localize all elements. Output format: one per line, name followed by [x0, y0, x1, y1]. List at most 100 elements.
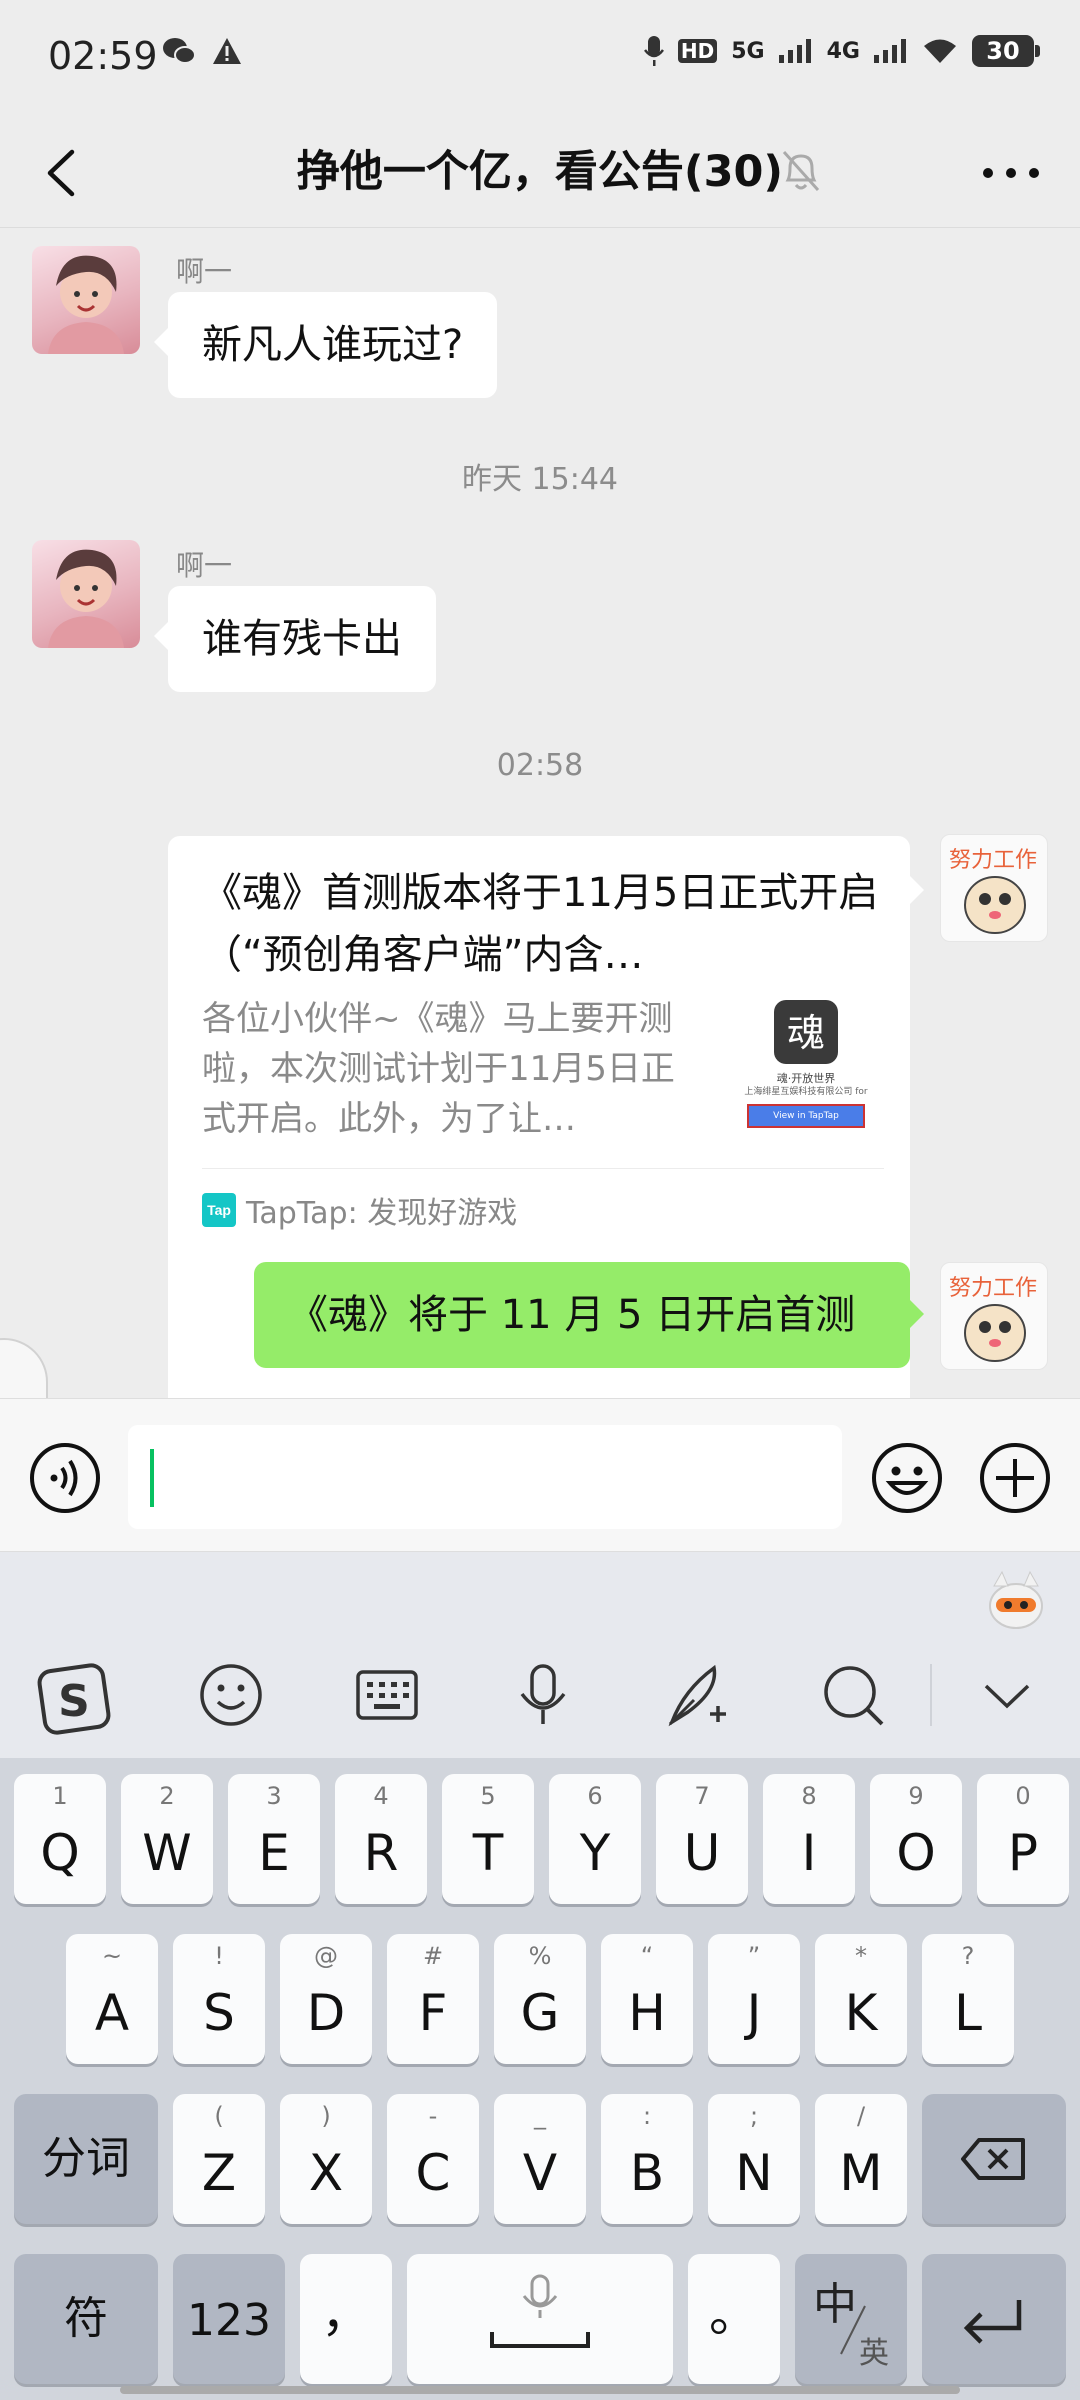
key-p[interactable]: 0P [977, 1774, 1069, 1904]
mic-icon[interactable] [508, 1660, 578, 1730]
key-s[interactable]: ! S [173, 1934, 265, 2064]
toolbar-divider [930, 1664, 932, 1726]
key-q[interactable]: 1Q [14, 1774, 106, 1904]
sender-name: 啊一 [176, 255, 233, 288]
keyboard-mascot-icon[interactable] [986, 1568, 1046, 1632]
key-f[interactable]: # F [387, 1934, 479, 2064]
enter-key[interactable] [922, 2254, 1066, 2384]
signal-icon [778, 39, 811, 63]
key-i[interactable]: 8I [763, 1774, 855, 1904]
message-input[interactable] [128, 1425, 842, 1529]
handwrite-icon[interactable] [664, 1660, 734, 1730]
mute-bell-icon [782, 150, 820, 192]
card-description: 各位小伙伴~《魂》马上要开测啦，本次测试计划于11月5日正式开启。此外，为了让… [202, 999, 675, 1139]
key-c[interactable]: -C [387, 2094, 479, 2224]
thumb-line1: 魂·开放世界 [776, 1072, 836, 1085]
key-h[interactable]: “H [601, 1934, 693, 2064]
keyboard-icon[interactable] [352, 1660, 422, 1730]
svg-text:努力工作: 努力工作 [949, 1276, 1037, 1301]
enter-icon [963, 2300, 1022, 2344]
key-b[interactable]: :B [601, 2094, 693, 2224]
thumb-button: View in TapTap [747, 1104, 865, 1128]
timestamp: 昨天 15:44 [462, 462, 618, 497]
thumb-line2: 上海绯星互娱科技有限公司 for [744, 1087, 868, 1097]
my-avatar[interactable]: 努力工作 [940, 834, 1048, 942]
message-bubble[interactable]: 谁有残卡出 [154, 586, 436, 692]
network-4g: 4G [826, 38, 860, 64]
svg-text:努力工作: 努力工作 [949, 848, 1037, 873]
text-cursor [150, 1449, 154, 1507]
wechat-notification-icon [163, 38, 196, 64]
card-title: 《魂》首测版本将于11月5日正式开启（“预创角客户端”内含… [202, 870, 879, 978]
key-e[interactable]: 3E [228, 1774, 320, 1904]
keyboard-toolbar: S [0, 1640, 1080, 1758]
key-u[interactable]: 7U [656, 1774, 748, 1904]
key-o[interactable]: 9O [870, 1774, 962, 1904]
voice-icon[interactable] [28, 1441, 102, 1515]
space-mic-icon [490, 2274, 590, 2348]
wifi-icon [924, 39, 956, 63]
mic-status-icon [643, 36, 664, 66]
key-a[interactable]: ~ A [66, 1934, 158, 2064]
backspace-icon [961, 2138, 1025, 2180]
key-v[interactable]: _ V [494, 2094, 586, 2224]
taptap-icon: Tap [202, 1193, 236, 1227]
emoji-icon[interactable] [870, 1441, 944, 1515]
sent-message-bubble[interactable]: 《魂》将于 11 月 5 日开启首测 [254, 1262, 924, 1368]
card-source: Tap TapTap: 发现好游戏 [202, 1188, 517, 1232]
comma-key[interactable]: ， [300, 2254, 392, 2384]
soft-keyboard: S 1Q 2W 3E 4R 5T 6Y 7U 8I 9O 0P ~ A ! S @ D… [0, 1552, 1080, 2400]
key-w[interactable]: 2W [121, 1774, 213, 1904]
number-key[interactable]: 123 [173, 2254, 285, 2384]
message-list[interactable]: 啊一 新凡人谁玩过? 昨天 15:44 啊一 谁有残卡出 02:58 努力工作 … [0, 228, 1080, 1566]
input-bar [0, 1398, 1080, 1552]
hd-badge: HD [677, 39, 718, 63]
key-k[interactable]: * K [815, 1934, 907, 2064]
key-r[interactable]: 4R [335, 1774, 427, 1904]
home-indicator[interactable] [120, 2386, 960, 2394]
card-source-label: TapTap: 发现好游戏 [246, 1196, 518, 1231]
lang-switch-key[interactable]: 中 英 [795, 2254, 907, 2384]
avatar[interactable] [32, 540, 140, 648]
timestamp: 02:58 [496, 748, 584, 783]
fenci-key[interactable]: 分词 [14, 2094, 158, 2224]
key-d[interactable]: @ D [280, 1934, 372, 2064]
key-l[interactable]: ? L [922, 1934, 1014, 2064]
card-divider [202, 1168, 884, 1169]
battery-indicator: 30 [972, 35, 1040, 67]
status-bar: 02:59 HD 5G 4G 30 [0, 0, 1080, 118]
plus-icon[interactable] [978, 1441, 1052, 1515]
key-area: 1Q 2W 3E 4R 5T 6Y 7U 8I 9O 0P ~ A ! S @ D #… [0, 1758, 1080, 2400]
more-icon[interactable] [976, 148, 1046, 198]
collapse-icon[interactable] [972, 1660, 1042, 1730]
key-j[interactable]: ” J [708, 1934, 800, 2064]
key-y[interactable]: 6Y [549, 1774, 641, 1904]
svg-text:魂: 魂 [787, 1011, 825, 1055]
status-time: 02:59 [48, 34, 158, 78]
key-t[interactable]: 5T [442, 1774, 534, 1904]
smile-icon[interactable] [196, 1660, 266, 1730]
backspace-key[interactable] [922, 2094, 1066, 2224]
signal-icon-2 [874, 39, 906, 63]
chat-title: 挣他一个亿，看公告(30) [296, 147, 784, 197]
key-n[interactable]: ; N [708, 2094, 800, 2224]
avatar[interactable] [32, 246, 140, 354]
space-key[interactable] [407, 2254, 673, 2384]
symbol-key[interactable]: 符 [14, 2254, 158, 2384]
svg-text:S: S [58, 1676, 90, 1727]
lang-en: 英 [859, 2336, 889, 2371]
search-icon[interactable] [818, 1660, 888, 1730]
warning-icon [213, 38, 241, 64]
key-m[interactable]: / M [815, 2094, 907, 2224]
key-x[interactable]: ) X [280, 2094, 372, 2224]
period-key[interactable]: 。 [688, 2254, 780, 2384]
card-thumbnail: 魂 魂·开放世界 上海绯星互娱科技有限公司 for View in TapTap [736, 998, 876, 1136]
message-bubble[interactable]: 新凡人谁玩过? [153, 292, 498, 398]
chat-header: 挣他一个亿，看公告(30) [0, 118, 1080, 228]
my-avatar[interactable]: 努力工作 [940, 1262, 1048, 1370]
network-5g: 5G [731, 38, 765, 64]
sogou-icon[interactable]: S [36, 1660, 116, 1740]
key-g[interactable]: % G [494, 1934, 586, 2064]
key-z[interactable]: (Z [173, 2094, 265, 2224]
sender-name: 啊一 [176, 549, 233, 582]
